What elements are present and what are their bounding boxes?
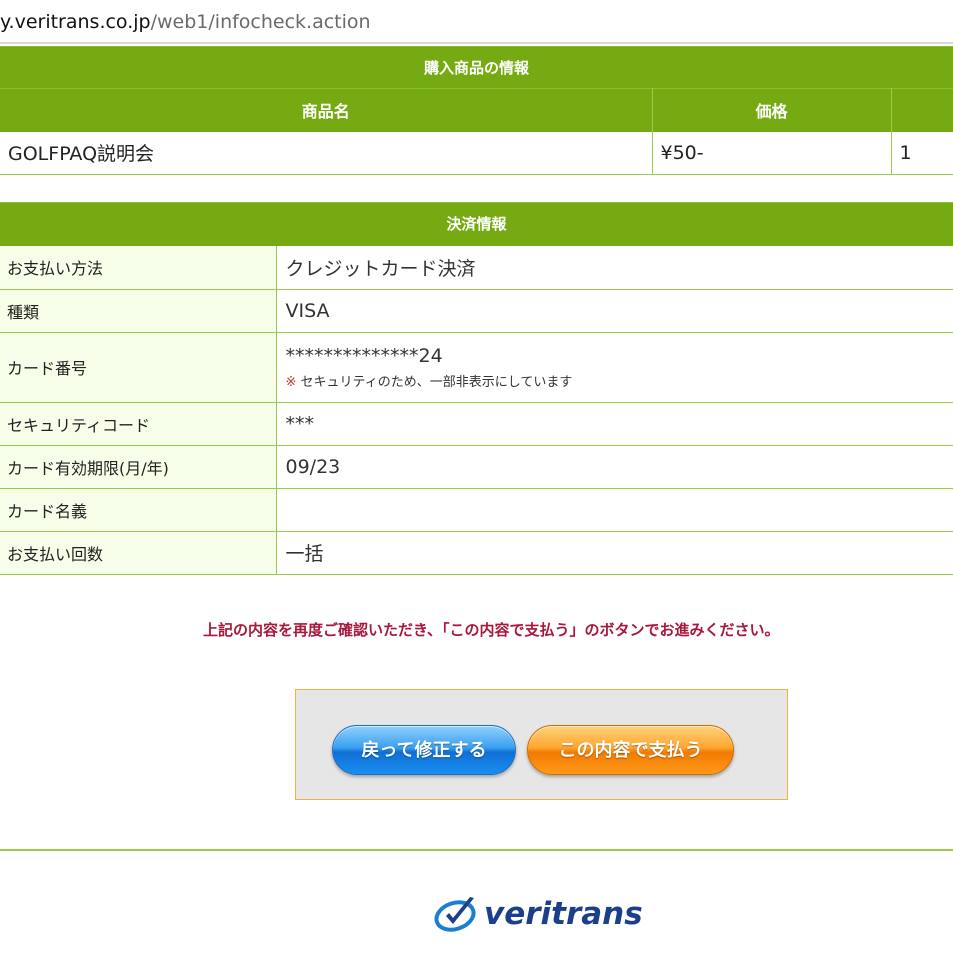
table-row: お支払い方法 クレジットカード決済 bbox=[0, 246, 953, 290]
purchase-section-title: 購入商品の情報 bbox=[0, 46, 953, 90]
table-row: 種類 VISA bbox=[0, 289, 953, 333]
note-mark: ※ bbox=[285, 374, 297, 390]
card-type-value: VISA bbox=[276, 289, 953, 333]
purchase-table: 商品名 価格 GOLFPAQ説明会 ¥50- 1 bbox=[0, 88, 953, 175]
url-host: y.veritrans.co.jp bbox=[0, 11, 151, 33]
card-number-cell: **************24 ※ セキュリティのため、一部非表示にしています bbox=[276, 332, 953, 403]
card-holder-label: カード名義 bbox=[0, 488, 277, 532]
button-panel: 戻って修正する この内容で支払う bbox=[295, 689, 788, 800]
column-header-quantity bbox=[891, 88, 953, 132]
column-header-price: 価格 bbox=[652, 88, 892, 132]
confirm-message: 上記の内容を再度ご確認いただき、「この内容で支払う」のボタンでお進みください。 bbox=[203, 621, 780, 639]
logo-wordmark: veritrans bbox=[484, 896, 643, 932]
footer-divider bbox=[0, 849, 953, 851]
card-type-label: 種類 bbox=[0, 289, 277, 333]
card-holder-value bbox=[276, 488, 953, 532]
payment-method-value: クレジットカード決済 bbox=[276, 246, 953, 290]
security-code-label: セキュリティコード bbox=[0, 402, 277, 446]
address-bar[interactable]: y.veritrans.co.jp/web1/infocheck.action bbox=[0, 0, 953, 44]
table-row: お支払い回数 一括 bbox=[0, 531, 953, 575]
expiry-label: カード有効期限(月/年) bbox=[0, 445, 277, 489]
pay-button[interactable]: この内容で支払う bbox=[527, 725, 734, 775]
payment-table: お支払い方法 クレジットカード決済 種類 VISA カード番号 ********… bbox=[0, 246, 953, 575]
purchase-header-row: 商品名 価格 bbox=[0, 88, 953, 132]
security-code-value: *** bbox=[276, 402, 953, 446]
payment-section-title: 決済情報 bbox=[0, 202, 953, 246]
card-number-value: **************24 bbox=[285, 344, 443, 367]
installments-value: 一括 bbox=[276, 531, 953, 575]
table-row: カード番号 **************24 ※ セキュリティのため、一部非表示… bbox=[0, 332, 953, 403]
veritrans-logo-icon bbox=[434, 897, 476, 932]
payment-method-label: お支払い方法 bbox=[0, 246, 277, 290]
installments-label: お支払い回数 bbox=[0, 531, 277, 575]
quantity-cell: 1 bbox=[891, 131, 953, 175]
url-path: /web1/infocheck.action bbox=[150, 11, 371, 33]
expiry-value: 09/23 bbox=[276, 445, 953, 489]
table-row: セキュリティコード *** bbox=[0, 402, 953, 446]
column-header-product: 商品名 bbox=[0, 88, 653, 132]
table-row: カード名義 bbox=[0, 488, 953, 532]
product-name-cell: GOLFPAQ説明会 bbox=[0, 131, 653, 175]
veritrans-logo: veritrans bbox=[434, 893, 643, 935]
table-row: GOLFPAQ説明会 ¥50- 1 bbox=[0, 131, 953, 175]
card-number-label: カード番号 bbox=[0, 332, 277, 403]
note-text: セキュリティのため、一部非表示にしています bbox=[296, 374, 573, 390]
back-edit-button[interactable]: 戻って修正する bbox=[332, 725, 516, 775]
price-cell: ¥50- bbox=[652, 131, 892, 175]
card-number-note: ※ セキュリティのため、一部非表示にしています bbox=[286, 371, 953, 390]
table-row: カード有効期限(月/年) 09/23 bbox=[0, 445, 953, 489]
